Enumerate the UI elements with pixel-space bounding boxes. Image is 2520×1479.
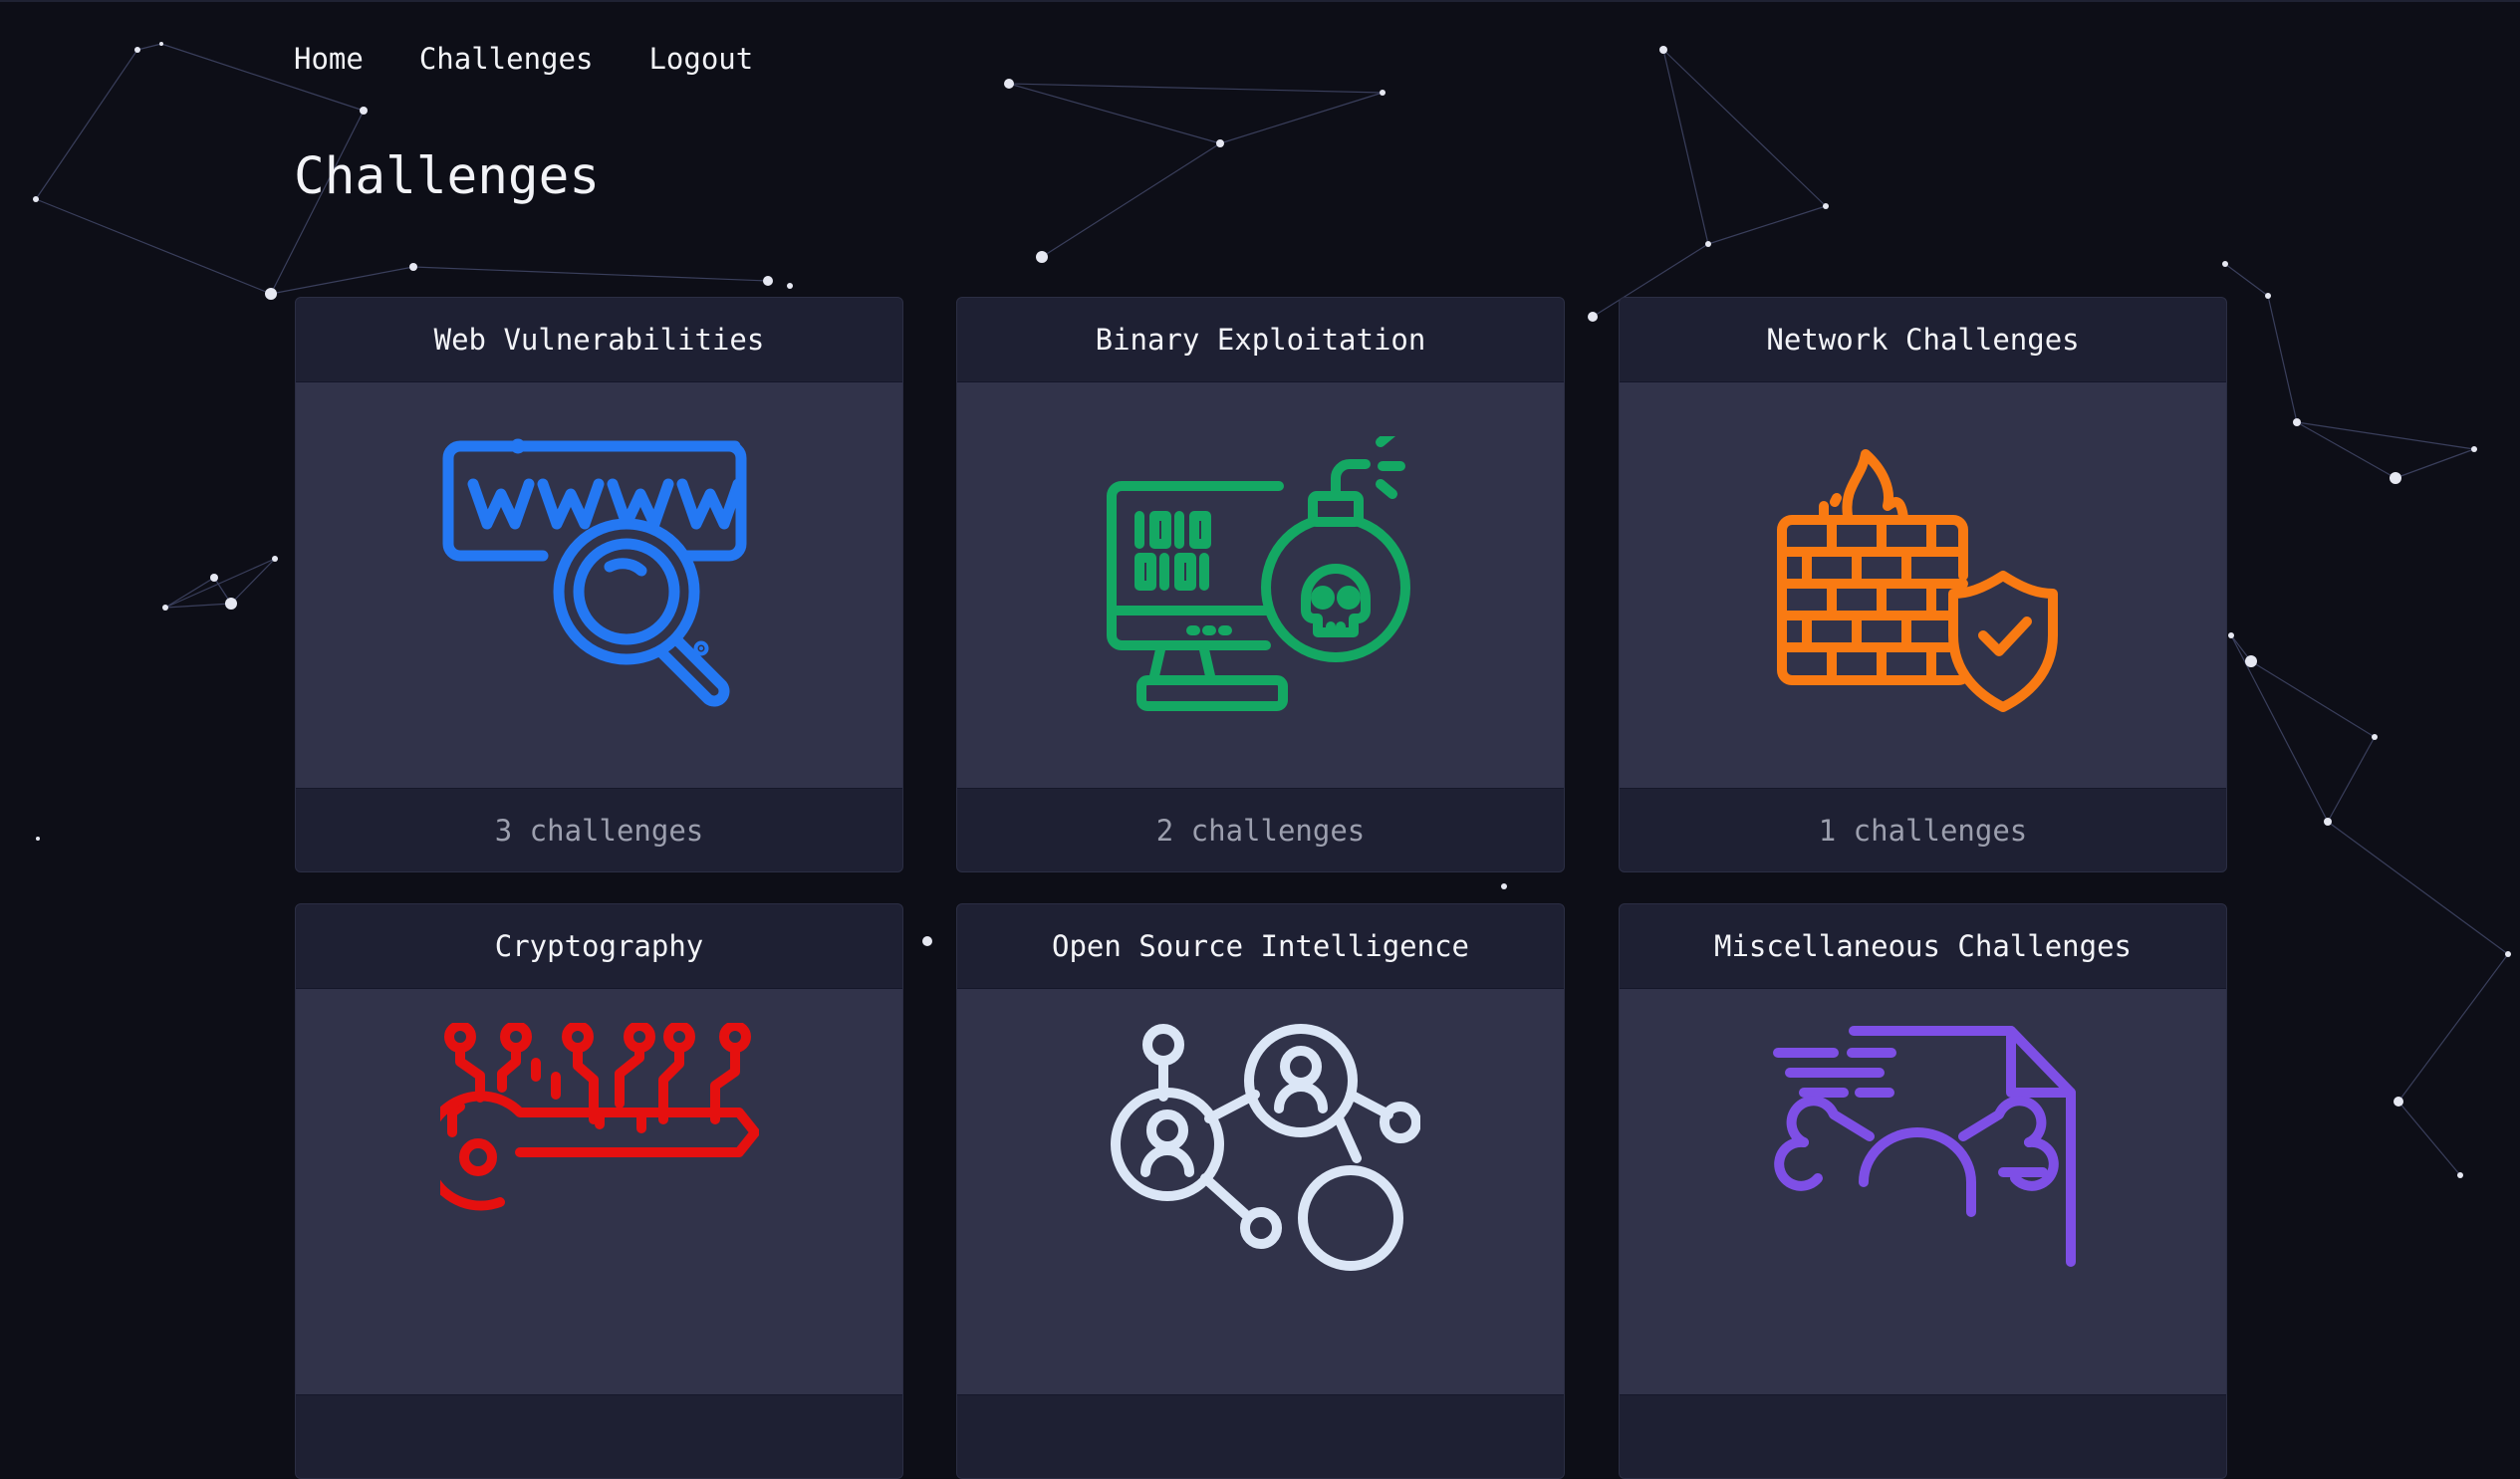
card-image [296,382,902,788]
card-image [957,989,1564,1394]
people-network-icon [1110,1024,1420,1271]
card-count: 3 challenges [296,788,902,871]
skull-document-icon [1772,1026,2076,1267]
card-image [1620,989,2226,1394]
card-count [957,1394,1564,1478]
category-card-cryptography[interactable]: Cryptography [295,903,903,1479]
card-count [296,1394,902,1478]
nav-home-link[interactable]: Home [294,42,364,76]
card-title: Open Source Intelligence [957,904,1564,989]
card-count: 1 challenges [1620,788,2226,871]
top-border [0,0,2520,2]
card-title: Cryptography [296,904,902,989]
nav-challenges-link[interactable]: Challenges [419,42,594,76]
card-image [957,382,1564,788]
nav-logout-link[interactable]: Logout [648,42,753,76]
category-card-binary-exploitation[interactable]: Binary Exploitation 2 challenges [956,297,1565,872]
card-image [1620,382,2226,788]
card-title: Network Challenges [1620,298,2226,382]
category-card-open-source-intelligence[interactable]: Open Source Intelligence [956,903,1565,1479]
card-image [296,989,902,1394]
card-count [1620,1394,2226,1478]
page-title: Challenges [294,147,601,206]
card-title: Miscellaneous Challenges [1620,904,2226,989]
page: Home Challenges Logout Challenges Web Vu… [0,0,2520,1479]
card-title: Binary Exploitation [957,298,1564,382]
category-card-network-challenges[interactable]: Network Challenges 1 challenges [1619,297,2227,872]
computer-bomb-icon [1106,435,1410,711]
category-card-web-vulnerabilities[interactable]: Web Vulnerabilities 3 challenges [295,297,903,872]
card-title: Web Vulnerabilities [296,298,902,382]
top-nav: Home Challenges Logout [294,42,753,76]
firewall-icon [1776,448,2058,712]
circuit-key-icon [439,1023,759,1211]
www-search-icon [442,438,746,706]
card-count: 2 challenges [957,788,1564,871]
category-card-miscellaneous-challenges[interactable]: Miscellaneous Challenges [1619,903,2227,1479]
